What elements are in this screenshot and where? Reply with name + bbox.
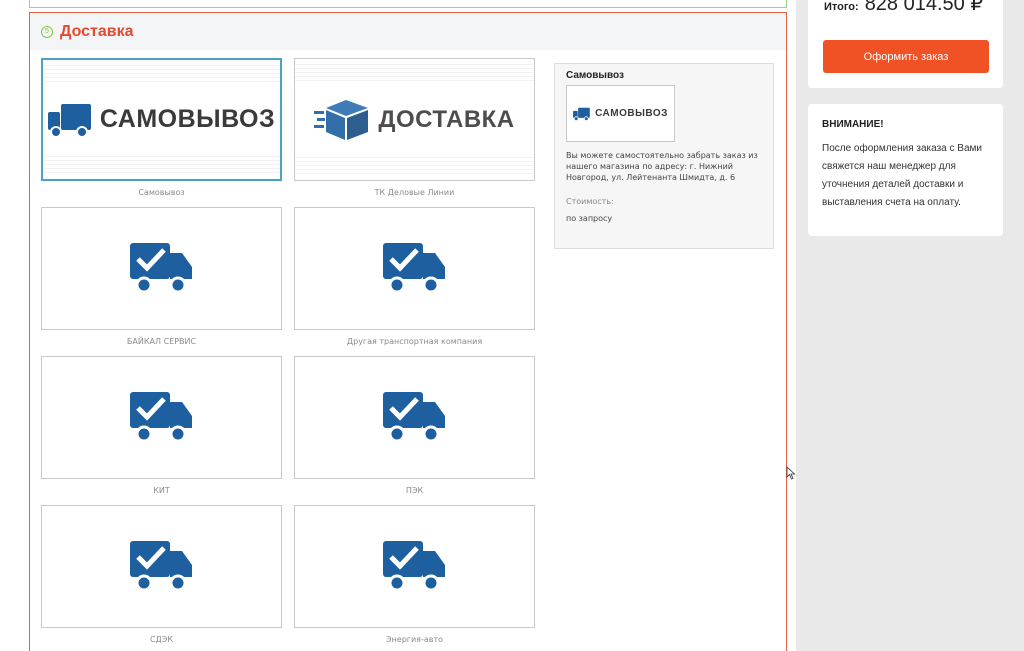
option-card[interactable]: САМОВЫВОЗ xyxy=(41,58,282,181)
option-card[interactable]: ДОСТАВКА xyxy=(294,58,535,181)
delivery-option-baikal[interactable]: БАЙКАЛ СЕРВИС xyxy=(41,207,282,346)
option-card[interactable] xyxy=(41,207,282,330)
info-cost-value: по запросу xyxy=(566,214,613,223)
total-label: Итого: xyxy=(824,1,859,13)
delivery-option-other[interactable]: Другая транспортная компания xyxy=(294,207,535,346)
truck-check-icon xyxy=(382,540,445,591)
option-caption: Другая транспортная компания xyxy=(346,337,483,346)
delivery-option-pickup[interactable]: САМОВЫВОЗ Самовывоз xyxy=(41,58,282,197)
truck-check-icon xyxy=(129,540,192,591)
delivery-option-delovye-linii[interactable]: ДОСТАВКА ТК Деловые Линии xyxy=(294,58,535,197)
info-cost-label: Стоимость: xyxy=(566,197,614,206)
total-value: 828 014.50 ₽ xyxy=(864,0,984,15)
delivery-option-pek[interactable]: ПЭК xyxy=(294,356,535,495)
delivery-section: 5 Доставка САМОВЫВОЗ Самовывоз ДОСТАВКА … xyxy=(29,12,787,651)
logo-text: САМОВЫВОЗ xyxy=(99,105,276,133)
option-caption: СДЭК xyxy=(149,635,174,644)
notice-title: ВНИМАНИЕ! xyxy=(822,119,884,130)
option-caption: ТК Деловые Линии xyxy=(374,188,455,197)
option-card[interactable] xyxy=(294,505,535,628)
option-card[interactable] xyxy=(294,356,535,479)
info-title: Самовывоз xyxy=(566,70,624,81)
truck-check-icon xyxy=(129,242,192,293)
notice-box: ВНИМАНИЕ! После оформления заказа с Вами… xyxy=(808,104,1003,236)
truck-icon xyxy=(47,103,91,138)
delivery-option-sdek[interactable]: СДЭК xyxy=(41,505,282,644)
previous-section xyxy=(29,0,787,8)
truck-check-icon xyxy=(382,391,445,442)
mouse-cursor-icon xyxy=(786,466,796,480)
truck-check-icon xyxy=(382,242,445,293)
truck-check-icon xyxy=(129,391,192,442)
option-caption: БАЙКАЛ СЕРВИС xyxy=(126,337,197,346)
main-column: 5 Доставка САМОВЫВОЗ Самовывоз ДОСТАВКА … xyxy=(0,0,796,651)
info-logo: САМОВЫВОЗ xyxy=(566,85,675,142)
option-caption: ПЭК xyxy=(405,486,424,495)
option-caption: Энергия-авто xyxy=(385,635,444,644)
pickup-logo: САМОВЫВОЗ xyxy=(47,102,276,138)
delivery-title: Доставка xyxy=(60,22,134,40)
box-icon xyxy=(314,99,369,140)
option-card[interactable] xyxy=(41,505,282,628)
delivery-logo: ДОСТАВКА xyxy=(314,99,515,140)
option-card[interactable] xyxy=(294,207,535,330)
total-line: Итого: 828 014.50 ₽ xyxy=(824,0,983,16)
info-logo-text: САМОВЫВОЗ xyxy=(595,108,668,119)
notice-text: После оформления заказа с Вами свяжется … xyxy=(822,143,982,208)
option-card[interactable] xyxy=(41,356,282,479)
option-caption: Самовывоз xyxy=(138,188,185,197)
option-caption: КИТ xyxy=(153,486,170,495)
truck-icon xyxy=(573,107,590,121)
step-number: 5 xyxy=(41,25,53,38)
delivery-info-panel: Самовывоз САМОВЫВОЗ Вы можете самостояте… xyxy=(554,63,774,249)
place-order-button[interactable]: Оформить заказ xyxy=(823,40,989,73)
delivery-option-energiya[interactable]: Энергия-авто xyxy=(294,505,535,644)
delivery-option-kit[interactable]: КИТ xyxy=(41,356,282,495)
order-total-box: Итого: 828 014.50 ₽ Оформить заказ xyxy=(808,0,1003,88)
delivery-header: 5 Доставка xyxy=(30,13,786,50)
info-description: Вы можете самостоятельно забрать заказ и… xyxy=(566,151,758,182)
logo-text: ДОСТАВКА xyxy=(378,105,515,133)
